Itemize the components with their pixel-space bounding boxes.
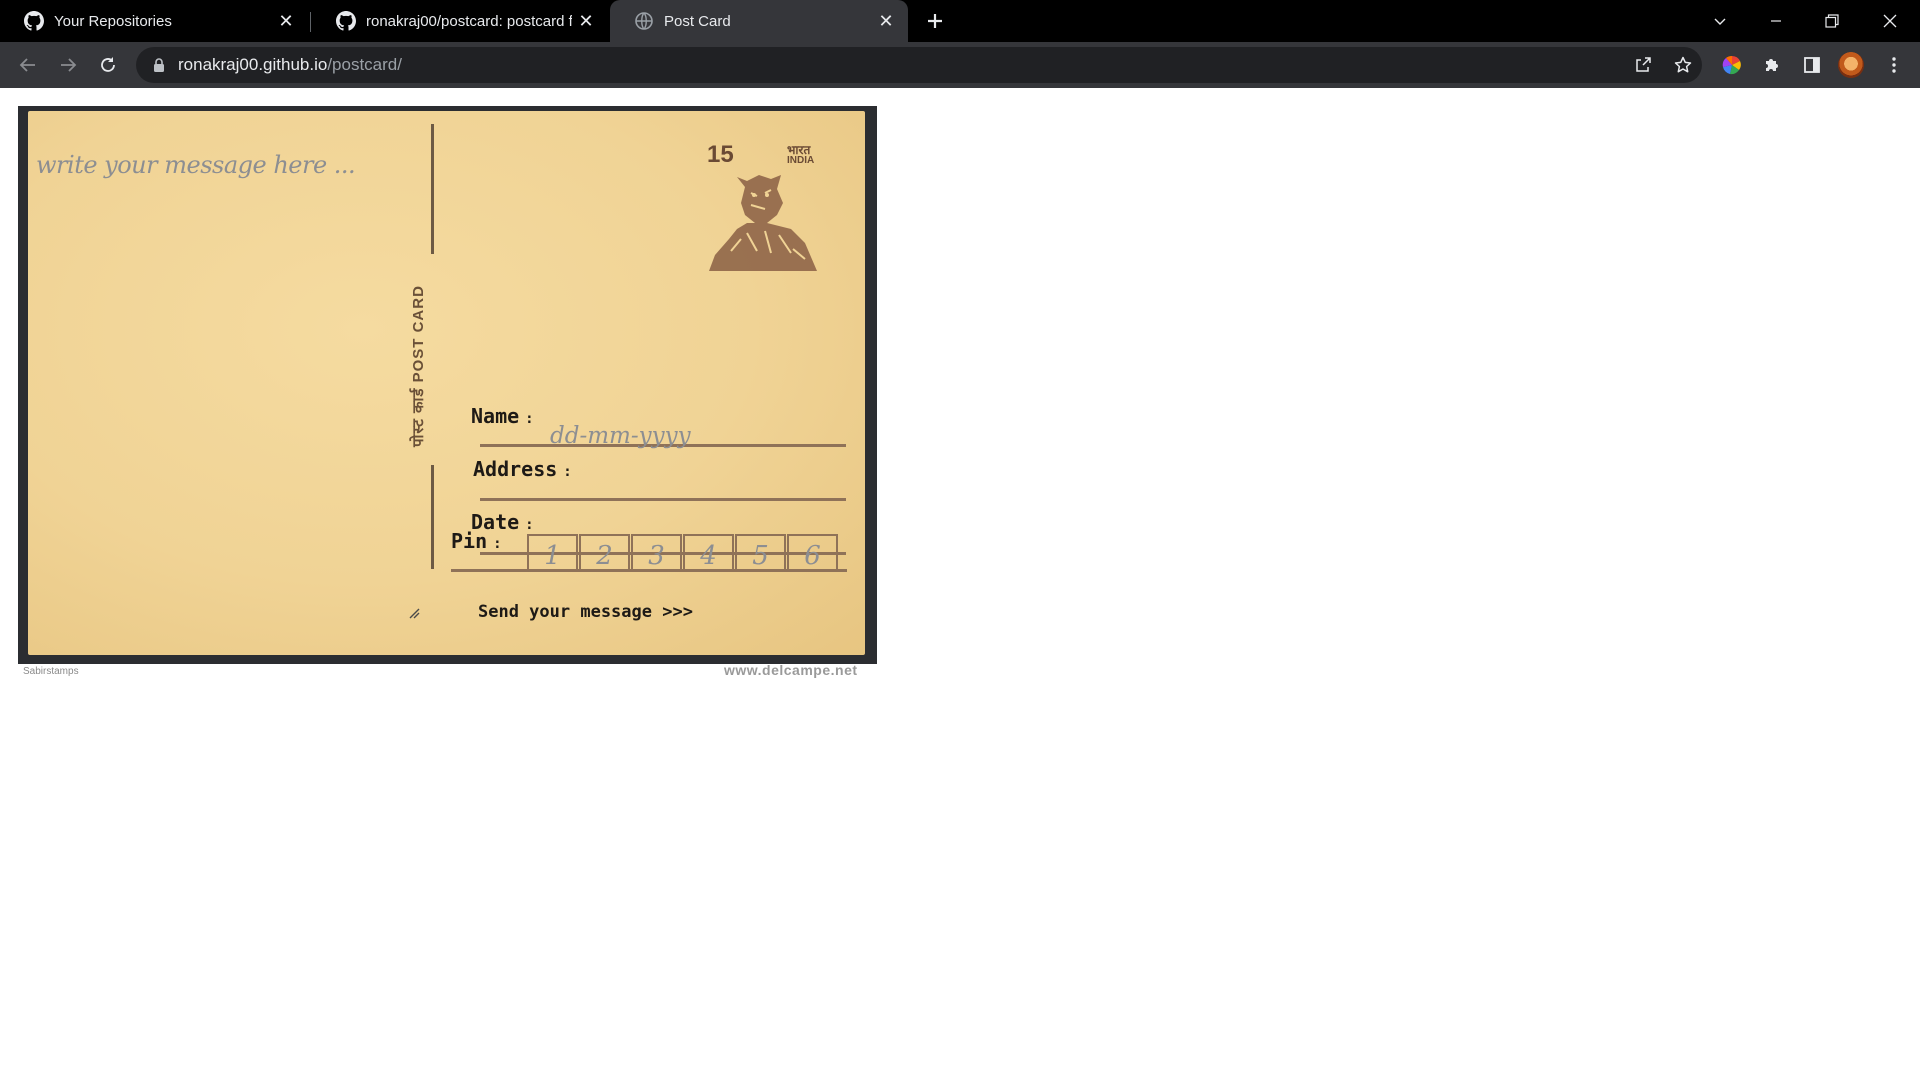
image-credit-right: www.delcampe.net	[724, 662, 858, 678]
arrow-right-icon	[61, 58, 77, 72]
close-icon	[1883, 14, 1897, 28]
share-button[interactable]	[1630, 52, 1656, 78]
extensions-button[interactable]	[1756, 49, 1788, 81]
side-panel-icon	[1804, 57, 1820, 73]
forward-button[interactable]	[52, 49, 84, 81]
post-card-vertical-label: पोस्ट कार्ड POST CARD	[410, 285, 427, 447]
arrow-left-icon	[19, 58, 35, 72]
tiger-icon	[709, 175, 817, 271]
puzzle-icon	[1766, 59, 1778, 71]
tab-strip: Your Repositories ✕ ronakraj00/postcard:…	[0, 0, 1920, 42]
color-wheel-icon	[1722, 55, 1741, 75]
url-host: ronakraj00.github.io	[178, 55, 328, 74]
divider-line	[431, 465, 434, 569]
date-input[interactable]: dd-mm-yyyy	[550, 423, 691, 449]
restore-button[interactable]	[1804, 0, 1860, 42]
menu-button[interactable]	[1878, 49, 1910, 81]
restore-icon	[1825, 14, 1839, 28]
postcard-paper: write your message here ... पोस्ट कार्ड …	[28, 111, 865, 655]
tab-your-repositories[interactable]: Your Repositories ✕	[0, 0, 308, 42]
pin-digit-input[interactable]: 2	[579, 534, 630, 571]
side-panel-button[interactable]	[1796, 49, 1828, 81]
close-tab-icon[interactable]: ✕	[272, 7, 300, 35]
tab-title: Post Card	[664, 12, 731, 30]
divider-line	[431, 124, 434, 254]
url-text[interactable]: ronakraj00.github.io/postcard/	[178, 47, 402, 83]
browser-toolbar: ronakraj00.github.io/postcard/	[0, 42, 1920, 88]
lock-icon[interactable]	[150, 56, 168, 74]
tab-title: Your Repositories	[54, 12, 172, 30]
reload-button[interactable]	[92, 49, 124, 81]
tab-post-card[interactable]: Post Card ✕	[610, 0, 908, 42]
pin-digit-input[interactable]: 3	[631, 534, 682, 571]
github-icon	[336, 11, 356, 31]
minimize-icon	[1771, 20, 1781, 22]
name-label: Name:	[471, 404, 534, 428]
send-message-button[interactable]: Send your message >>>	[478, 602, 693, 622]
plus-icon	[928, 14, 942, 28]
color-extension-button[interactable]	[1716, 49, 1748, 81]
pin-digit-input[interactable]: 6	[787, 534, 838, 571]
share-icon	[1636, 57, 1651, 72]
url-path: /postcard/	[327, 55, 402, 74]
stamp: 15 भारत INDIA	[707, 141, 825, 271]
tab-title: ronakraj00/postcard: postcard for	[366, 12, 572, 30]
back-button[interactable]	[12, 49, 44, 81]
pin-digit-input[interactable]: 1	[527, 534, 578, 571]
tab-search-button[interactable]	[1692, 0, 1748, 42]
reload-icon	[101, 57, 115, 72]
bookmark-button[interactable]	[1670, 52, 1696, 78]
pin-digit-input[interactable]: 5	[735, 534, 786, 571]
kebab-menu-icon	[1892, 57, 1896, 73]
colon: :	[525, 411, 534, 427]
pin-underline	[451, 569, 847, 572]
github-icon	[24, 11, 44, 31]
address-bar[interactable]: ronakraj00.github.io/postcard/	[136, 47, 1702, 83]
address-input[interactable]	[480, 498, 846, 501]
postcard: write your message here ... पोस्ट कार्ड …	[18, 106, 877, 664]
close-window-button[interactable]	[1862, 0, 1918, 42]
new-tab-button[interactable]	[920, 6, 950, 36]
message-textarea[interactable]: write your message here ...	[36, 151, 356, 179]
close-tab-icon[interactable]: ✕	[572, 7, 600, 35]
name-label-text: Name	[471, 404, 520, 428]
chevron-down-icon	[1714, 18, 1726, 25]
pin-label-text: Pin	[451, 529, 488, 553]
address-label: Address:	[473, 457, 572, 481]
pin-label: Pin:	[451, 529, 502, 553]
tab-postcard-repo[interactable]: ronakraj00/postcard: postcard for ✕	[312, 0, 608, 42]
pin-digit-input[interactable]: 4	[683, 534, 734, 571]
image-credit-left: Sabirstamps	[23, 666, 79, 677]
close-tab-icon[interactable]: ✕	[872, 7, 900, 35]
resize-handle-icon[interactable]	[408, 607, 420, 619]
address-label-text: Address	[473, 457, 558, 481]
star-icon	[1674, 56, 1692, 73]
colon: :	[493, 536, 502, 552]
colon: :	[525, 517, 534, 533]
profile-avatar[interactable]	[1838, 52, 1864, 78]
globe-icon	[635, 12, 653, 30]
tab-separator	[310, 12, 311, 32]
colon: :	[563, 464, 572, 480]
minimize-button[interactable]	[1748, 0, 1804, 42]
